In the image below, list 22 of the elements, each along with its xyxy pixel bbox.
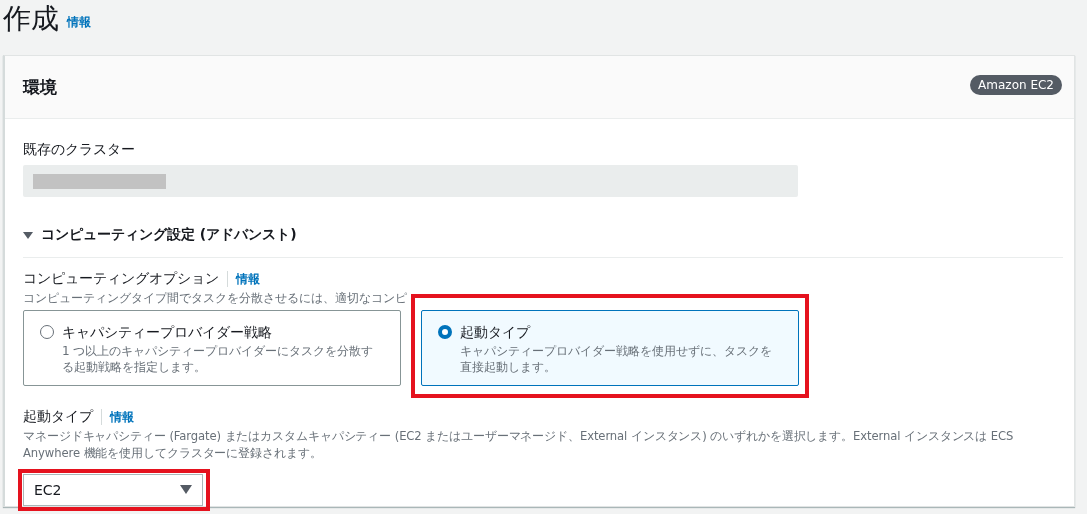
option-card[interactable]: キャパシティープロバイダー戦略 1 つ以上のキャパシティープロバイダーにタスクを分散する起動戦略を指定します。 (23, 310, 401, 386)
field-description: コンピューティングタイプ間でタスクを分散させるには、適切なコンピ (23, 290, 407, 307)
option-description: キャパシティープロバイダー戦略を使用せずに、タスクを直接起動します。 (460, 343, 773, 375)
option-card[interactable]: 起動タイプ キャパシティープロバイダー戦略を使用せずに、タスクを直接起動します。 (421, 310, 799, 386)
dropdown-caret-icon (180, 485, 192, 495)
option-title: 起動タイプ (460, 323, 532, 341)
field-description: マネージドキャパシティー (Fargate) またはカスタムキャパシティー (EC2 またはユーザーマネージド、External インスタンス) のいずれかを選択します。External インスタンスは ECS Anywhere 機能を使用してクラスターに登録されます。 (23, 428, 1015, 462)
field-label: 既存のクラスター (23, 141, 136, 159)
field-label: コンピューティングオプション (23, 270, 219, 288)
info-link[interactable]: 情報 (110, 408, 134, 426)
info-link[interactable]: 情報 (236, 270, 260, 288)
caret-icon[interactable] (23, 230, 33, 240)
radio-button[interactable] (438, 325, 452, 339)
section-toggle[interactable]: コンピューティング設定 (アドバンスト) (41, 226, 297, 244)
service-badge: Amazon EC2 (970, 75, 1062, 95)
launch-type-select[interactable]: EC2 (23, 474, 203, 506)
option-title: キャパシティープロバイダー戦略 (62, 323, 273, 341)
page-title: 作成 (3, 2, 59, 36)
option-description: 1 つ以上のキャパシティープロバイダーにタスクを分散する起動戦略を指定します。 (62, 343, 375, 375)
info-link[interactable]: 情報 (67, 14, 91, 31)
panel-title: 環境 (23, 75, 57, 99)
field-label: 起動タイプ (23, 408, 93, 426)
